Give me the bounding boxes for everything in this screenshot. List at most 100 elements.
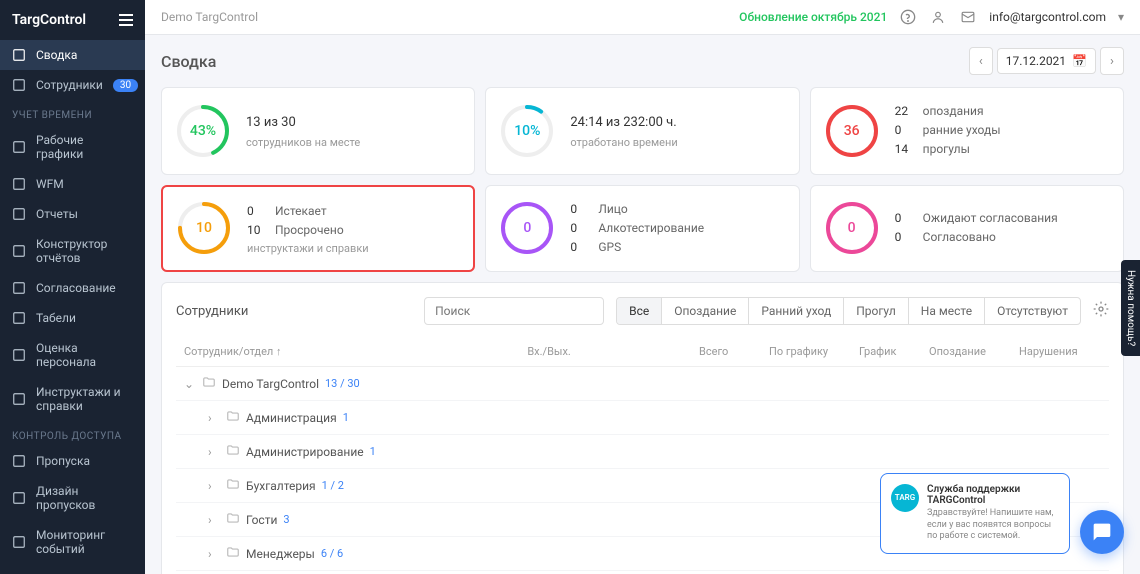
- sidebar-item-Отчеты[interactable]: Отчеты: [0, 199, 145, 229]
- tree-count: 1: [370, 445, 376, 458]
- sidebar-item-Мониторинг событий[interactable]: Мониторинг событий: [0, 520, 145, 564]
- chat-button[interactable]: [1080, 510, 1124, 554]
- brand-row: TargControl: [0, 0, 145, 40]
- sidebar-item-Пропуска[interactable]: Пропуска: [0, 446, 145, 476]
- chat-title: Служба поддержки TARGControl: [927, 484, 1059, 506]
- filter-tab-Опоздание[interactable]: Опоздание: [662, 298, 749, 324]
- progress-ring: 10: [177, 201, 231, 255]
- doc-icon: [12, 392, 26, 406]
- date-next-button[interactable]: ›: [1100, 47, 1124, 75]
- tree-row[interactable]: › Администрация 1: [176, 401, 1109, 435]
- summary-card[interactable]: 43%13 из 30сотрудников на месте: [161, 87, 475, 175]
- tree-label: Администрация: [246, 411, 337, 425]
- filter-tab-Все[interactable]: Все: [617, 298, 662, 324]
- sidebar: TargControl СводкаСотрудники30 УЧЕТ ВРЕМ…: [0, 0, 145, 574]
- user-email[interactable]: info@targcontrol.com: [989, 10, 1106, 24]
- summary-card[interactable]: 00Лицо0Алкотестирование0GPS: [485, 185, 799, 273]
- sidebar-item-Согласование[interactable]: Согласование: [0, 273, 145, 303]
- ring-value: 0: [825, 201, 879, 255]
- sidebar-item-Инструктажи и справки[interactable]: Инструктажи и справки: [0, 377, 145, 421]
- stat-label: Алкотестирование: [598, 219, 704, 238]
- col-employee[interactable]: Сотрудник/отдел ↑: [176, 345, 527, 358]
- stat-number: 0: [247, 202, 267, 221]
- tree-toggle-icon[interactable]: ⌄: [184, 377, 196, 391]
- progress-ring: 10%: [500, 104, 554, 158]
- sidebar-item-Сводка[interactable]: Сводка: [0, 40, 145, 70]
- date-display[interactable]: 17.12.2021 📅: [997, 48, 1096, 74]
- tree-toggle-icon[interactable]: ›: [208, 547, 220, 561]
- stat-number: 0: [570, 219, 590, 238]
- nav-section-title: ДОПОЛНИТЕЛЬНЫЕ МОДУЛИ: [0, 564, 145, 574]
- sidebar-item-Сотрудники[interactable]: Сотрудники 30: [0, 70, 145, 100]
- tree-row[interactable]: › Администрирование 1: [176, 435, 1109, 469]
- tree-count: 3: [283, 513, 289, 526]
- help-tab[interactable]: Нужна помощь?: [1121, 260, 1140, 356]
- tree-toggle-icon[interactable]: ›: [208, 445, 220, 459]
- col-inout: Вх./Вых.: [527, 345, 699, 358]
- builder-icon: [12, 244, 26, 258]
- chart-icon: [12, 207, 26, 221]
- mail-icon: [959, 8, 977, 26]
- settings-icon[interactable]: [1093, 301, 1109, 321]
- gauge-icon: [12, 48, 26, 62]
- sidebar-item-WFM[interactable]: WFM: [0, 169, 145, 199]
- chevron-down-icon[interactable]: ▾: [1118, 10, 1124, 24]
- summary-card[interactable]: 100Истекает10Просроченоинструктажи и спр…: [161, 185, 475, 273]
- date-prev-button[interactable]: ‹: [969, 47, 993, 75]
- ring-value: 0: [500, 201, 554, 255]
- filter-tab-Отсутствуют[interactable]: Отсутствуют: [985, 298, 1080, 324]
- summary-card[interactable]: 10%24:14 из 232:00 ч.отработано времени: [485, 87, 799, 175]
- tree-toggle-icon[interactable]: ›: [208, 479, 220, 493]
- sidebar-item-Дизайн пропусков[interactable]: Дизайн пропусков: [0, 476, 145, 520]
- nav-label: Оценка персонала: [36, 341, 133, 369]
- sidebar-item-Конструктор отчётов[interactable]: Конструктор отчётов: [0, 229, 145, 273]
- card-subtitle: отработано времени: [570, 136, 784, 149]
- summary-card[interactable]: 00Ожидают согласования0Согласовано: [810, 185, 1124, 273]
- chat-popup[interactable]: TARG Служба поддержки TARGControl Здравс…: [880, 473, 1070, 554]
- user-icon[interactable]: [929, 8, 947, 26]
- tree-count: 1: [343, 411, 349, 424]
- sidebar-item-Табели[interactable]: Табели: [0, 303, 145, 333]
- progress-ring: 0: [825, 201, 879, 255]
- folder-icon: [226, 511, 240, 528]
- stat-number: 0: [570, 238, 590, 257]
- nav-label: Согласование: [36, 281, 116, 295]
- monitor-icon: [12, 535, 26, 549]
- tree-row[interactable]: ⌄Demo TargControl13 / 30: [176, 367, 1109, 401]
- filter-tab-На месте[interactable]: На месте: [909, 298, 985, 324]
- company-name: Demo TargControl: [161, 10, 258, 24]
- help-icon[interactable]: [899, 8, 917, 26]
- folder-icon: [202, 375, 216, 392]
- search-input[interactable]: [424, 297, 604, 325]
- ring-value: 43%: [176, 104, 230, 158]
- stat-number: 10: [247, 221, 267, 240]
- menu-toggle-icon[interactable]: [119, 14, 133, 26]
- nav-section-title: КОНТРОЛЬ ДОСТУПА: [0, 421, 145, 446]
- sidebar-item-Оценка персонала[interactable]: Оценка персонала: [0, 333, 145, 377]
- calendar-icon: [12, 140, 26, 154]
- tree-toggle-icon[interactable]: ›: [208, 513, 220, 527]
- sidebar-item-Рабочие графики[interactable]: Рабочие графики: [0, 125, 145, 169]
- col-late: Опоздание: [929, 345, 1019, 358]
- nav-label: Сотрудники: [36, 78, 103, 92]
- folder-icon: [226, 409, 240, 426]
- stat-label: прогулы: [923, 140, 970, 159]
- stat-number: 22: [895, 102, 915, 121]
- stat-number: 0: [895, 121, 915, 140]
- summary-card[interactable]: 3622опоздания0ранние уходы14прогулы: [810, 87, 1124, 175]
- check-icon: [12, 281, 26, 295]
- star-icon: [12, 348, 26, 362]
- tree-toggle-icon[interactable]: ›: [208, 411, 220, 425]
- ring-value: 10%: [500, 104, 554, 158]
- folder-icon: [226, 443, 240, 460]
- table-icon: [12, 311, 26, 325]
- filter-tab-Ранний уход[interactable]: Ранний уход: [749, 298, 844, 324]
- employees-title: Сотрудники: [176, 304, 248, 319]
- filter-tab-Прогул[interactable]: Прогул: [844, 298, 909, 324]
- tree-label: Менеджеры: [246, 547, 315, 561]
- tree-label: Гости: [246, 513, 277, 527]
- tree-count: 1 / 2: [322, 479, 344, 492]
- update-notice[interactable]: Обновление октябрь 2021: [739, 10, 887, 24]
- nav-badge: 30: [113, 79, 138, 92]
- tree-label: Администрирование: [246, 445, 364, 459]
